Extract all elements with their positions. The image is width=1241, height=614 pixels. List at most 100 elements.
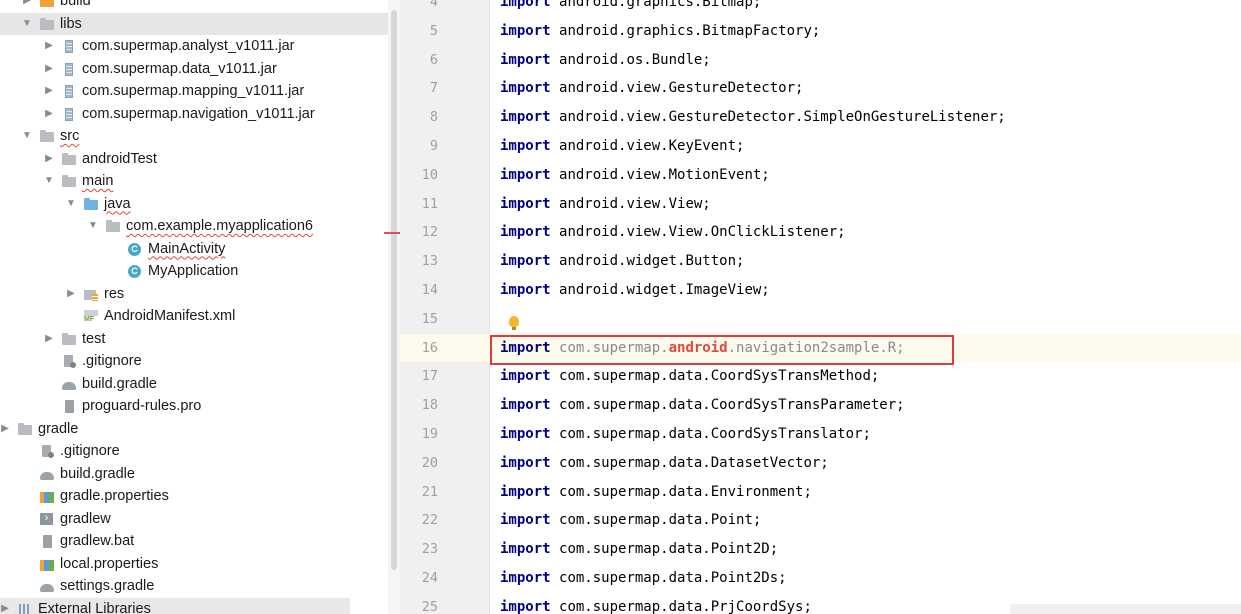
error-highlight-box	[490, 335, 954, 365]
tree-item[interactable]: ▶ androidTest	[0, 148, 400, 171]
folder-icon	[62, 152, 76, 166]
folder-icon	[40, 17, 54, 31]
tree-item[interactable]: ▶ com.supermap.data_v1011.jar	[0, 58, 400, 81]
tree-item-label: gradlew	[60, 510, 111, 527]
properties-icon	[40, 490, 54, 503]
collapsed-arrow-icon[interactable]: ▶	[42, 148, 56, 171]
code-line[interactable]: 14 import android.widget.ImageView;	[400, 276, 1241, 305]
code-line[interactable]: 22 import com.supermap.data.Point;	[400, 506, 1241, 535]
collapsed-arrow-icon[interactable]: ▶	[42, 328, 56, 351]
collapsed-arrow-icon[interactable]: ▶	[0, 598, 12, 614]
expanded-arrow-icon[interactable]: ▼	[42, 170, 56, 193]
code-line[interactable]: 20 import com.supermap.data.DatasetVector…	[400, 449, 1241, 478]
tree-item[interactable]: ▶ res	[0, 283, 400, 306]
annotation-connector-line	[384, 232, 400, 234]
tree-item[interactable]: ▼ main	[0, 170, 400, 193]
tree-item[interactable]: .gitignore	[0, 440, 400, 463]
collapsed-arrow-icon[interactable]: ▶	[0, 418, 12, 441]
line-number: 7	[429, 80, 438, 97]
tree-item[interactable]: local.properties	[0, 553, 400, 576]
tree-item[interactable]: gradle.properties	[0, 485, 400, 508]
tree-item[interactable]: settings.gradle	[0, 575, 400, 598]
line-number: 6	[429, 51, 438, 68]
keyword: import	[500, 281, 551, 298]
code-text: import android.view.GestureDetector.Simp…	[500, 103, 1006, 132]
tree-item[interactable]: ▼ src	[0, 125, 400, 148]
tree-item[interactable]: ▶ build	[0, 0, 400, 13]
code-line[interactable]: 18 import com.supermap.data.CoordSysTrans…	[400, 391, 1241, 420]
tree-item[interactable]: ▶ com.supermap.navigation_v1011.jar	[0, 103, 400, 126]
tree-item[interactable]: build.gradle	[0, 373, 400, 396]
code-lines[interactable]: 4 import android.graphics.Bitmap; 5 import …	[400, 0, 1241, 614]
keyword: import	[500, 137, 551, 154]
tree-item-label: local.properties	[60, 555, 159, 572]
code-line[interactable]: 23 import com.supermap.data.Point2D;	[400, 535, 1241, 564]
tree-item[interactable]: ▼ java	[0, 193, 400, 216]
expanded-arrow-icon[interactable]: ▼	[86, 215, 100, 238]
code-line[interactable]: 15	[400, 305, 1241, 334]
code-text: import android.view.View.OnClickListener…	[500, 218, 846, 247]
tree-item[interactable]: build.gradle	[0, 463, 400, 486]
tree-scrollbar-thumb[interactable]	[391, 10, 397, 570]
collapsed-arrow-icon[interactable]: ▶	[42, 58, 56, 81]
keyword: import	[500, 368, 551, 385]
line-number: 19	[421, 425, 438, 442]
code-line[interactable]: 5 import android.graphics.BitmapFactory;	[400, 17, 1241, 46]
expanded-arrow-icon[interactable]: ▼	[20, 13, 34, 36]
text-file-icon	[62, 400, 76, 413]
code-text: import android.view.GestureDetector;	[500, 74, 803, 103]
import-path: android.view.View.OnClickListener;	[559, 224, 846, 241]
import-path: android.view.MotionEvent;	[559, 166, 770, 183]
code-line[interactable]: 12 import android.view.View.OnClickListen…	[400, 218, 1241, 247]
code-line[interactable]: 21 import com.supermap.data.Environment;	[400, 478, 1241, 507]
tree-item-label: test	[82, 330, 106, 347]
tree-item[interactable]: MyApplication	[0, 260, 400, 283]
jar-icon	[62, 107, 76, 121]
tree-item[interactable]: gradlew.bat	[0, 530, 400, 553]
collapsed-arrow-icon[interactable]: ▶	[42, 103, 56, 126]
keyword: import	[500, 195, 551, 212]
expanded-arrow-icon[interactable]: ▼	[20, 125, 34, 148]
tree-item-label: .gitignore	[60, 443, 120, 459]
tree-item[interactable]: ▼ libs	[0, 12, 400, 36]
tree-item[interactable]: MainActivity	[0, 238, 400, 261]
tree-item[interactable]: proguard-rules.pro	[0, 395, 400, 418]
tree-item[interactable]: ▶ com.supermap.analyst_v1011.jar	[0, 35, 400, 58]
collapsed-arrow-icon[interactable]: ▶	[42, 80, 56, 103]
code-line[interactable]: 8 import android.view.GestureDetector.Sim…	[400, 103, 1241, 132]
tree-item[interactable]: ▶ test	[0, 328, 400, 351]
tree-item[interactable]: .gitignore	[0, 350, 400, 373]
code-line[interactable]: 11 import android.view.View;	[400, 190, 1241, 219]
code-line[interactable]: 4 import android.graphics.Bitmap;	[400, 0, 1241, 17]
collapsed-arrow-icon[interactable]: ▶	[42, 35, 56, 58]
code-line[interactable]: 19 import com.supermap.data.CoordSysTrans…	[400, 420, 1241, 449]
code-line[interactable]: 17 import com.supermap.data.CoordSysTrans…	[400, 362, 1241, 391]
collapsed-arrow-icon[interactable]: ▶	[20, 0, 34, 13]
expanded-arrow-icon[interactable]: ▼	[64, 193, 78, 216]
tree-item[interactable]: ▶ com.supermap.mapping_v1011.jar	[0, 80, 400, 103]
tree-item-label: build.gradle	[60, 465, 135, 482]
code-line[interactable]: 24 import com.supermap.data.Point2Ds;	[400, 564, 1241, 593]
tree-item[interactable]: ▶ gradle	[0, 418, 400, 441]
code-line[interactable]: 9 import android.view.KeyEvent;	[400, 132, 1241, 161]
code-editor[interactable]: 4 import android.graphics.Bitmap; 5 import …	[400, 0, 1241, 614]
tree-item[interactable]: ▼ com.example.myapplication6	[0, 215, 400, 238]
collapsed-arrow-icon[interactable]: ▶	[64, 283, 78, 306]
editor-horizontal-scrollbar[interactable]	[1010, 604, 1241, 614]
code-line[interactable]: 13 import android.widget.Button;	[400, 247, 1241, 276]
import-path: com.supermap.data.Environment;	[559, 483, 812, 500]
tree-item-label: MyApplication	[148, 263, 239, 279]
code-line[interactable]: 10 import android.view.MotionEvent;	[400, 161, 1241, 190]
import-path: android.graphics.Bitmap;	[559, 0, 762, 10]
tree-item[interactable]: gradlew	[0, 508, 400, 531]
tree-item[interactable]: ▶ External Libraries	[0, 597, 350, 614]
code-line[interactable]: 7 import android.view.GestureDetector;	[400, 74, 1241, 103]
jar-icon	[62, 40, 76, 53]
keyword: import	[500, 483, 551, 500]
tree-item[interactable]: AndroidManifest.xml	[0, 305, 400, 328]
properties-icon	[40, 558, 54, 571]
code-line[interactable]: 6 import android.os.Bundle;	[400, 46, 1241, 75]
lightbulb-icon[interactable]	[509, 316, 519, 330]
import-path: com.supermap.data.PrjCoordSys;	[559, 598, 812, 614]
class-icon	[128, 242, 142, 256]
